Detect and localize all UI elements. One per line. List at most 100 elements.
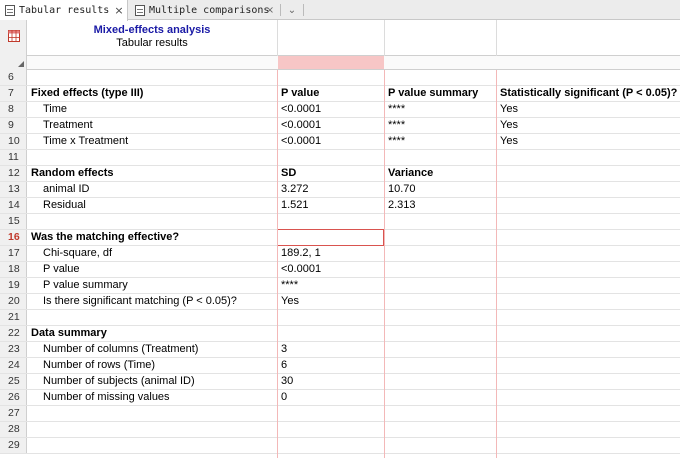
cell-a[interactable]: Treatment <box>27 118 277 133</box>
cell-c[interactable] <box>384 358 496 373</box>
cell-a[interactable]: Time <box>27 102 277 117</box>
cell-b[interactable] <box>277 150 384 165</box>
close-icon[interactable]: × <box>262 2 278 18</box>
cell-c[interactable] <box>384 150 496 165</box>
cell-c[interactable]: **** <box>384 118 496 133</box>
row-number[interactable]: 8 <box>0 102 27 117</box>
cell-a[interactable]: Was the matching effective? <box>27 230 277 245</box>
cell-b[interactable]: <0.0001 <box>277 134 384 149</box>
cell-c[interactable] <box>384 342 496 357</box>
cell-a[interactable] <box>27 214 277 229</box>
cell-a[interactable]: Fixed effects (type III) <box>27 86 277 101</box>
cell-d[interactable]: Yes <box>496 118 680 133</box>
row-number[interactable]: 28 <box>0 422 27 437</box>
cell-b[interactable]: 1.521 <box>277 198 384 213</box>
cell-c[interactable] <box>384 262 496 277</box>
cell-c[interactable]: **** <box>384 102 496 117</box>
row-number[interactable]: 7 <box>0 86 27 101</box>
cell-d[interactable] <box>496 374 680 389</box>
row-number[interactable]: 6 <box>0 70 27 85</box>
cell-d[interactable] <box>496 182 680 197</box>
cell-a[interactable]: Number of subjects (animal ID) <box>27 374 277 389</box>
cell-d[interactable] <box>496 326 680 341</box>
cell-a[interactable]: Residual <box>27 198 277 213</box>
cell-c[interactable]: 10.70 <box>384 182 496 197</box>
row-number[interactable]: 12 <box>0 166 27 181</box>
cell-a[interactable]: P value <box>27 262 277 277</box>
cell-a[interactable]: Chi-square, df <box>27 246 277 261</box>
cell-d[interactable] <box>496 246 680 261</box>
cell-d[interactable] <box>496 230 680 245</box>
cell-d[interactable] <box>496 342 680 357</box>
row-number[interactable]: 29 <box>0 438 27 453</box>
cell-c[interactable] <box>384 374 496 389</box>
cell-a[interactable] <box>27 150 277 165</box>
cell-d[interactable] <box>496 310 680 325</box>
chevron-down-icon[interactable]: ⌄ <box>284 2 300 18</box>
row-number[interactable]: 25 <box>0 374 27 389</box>
cell-c[interactable] <box>384 422 496 437</box>
row-number[interactable]: 18 <box>0 262 27 277</box>
cell-a[interactable]: Random effects <box>27 166 277 181</box>
row-number[interactable]: 13 <box>0 182 27 197</box>
cell-b[interactable] <box>277 422 384 437</box>
cell-d[interactable] <box>496 166 680 181</box>
cell-b[interactable] <box>277 310 384 325</box>
tab-multiple-comparisons[interactable]: Multiple comparisons <box>130 0 280 20</box>
cell-a[interactable] <box>27 406 277 421</box>
row-number[interactable]: 19 <box>0 278 27 293</box>
cell-c[interactable] <box>384 438 496 453</box>
cell-a[interactable]: animal ID <box>27 182 277 197</box>
cell-a[interactable]: Data summary <box>27 326 277 341</box>
cell-d[interactable] <box>496 262 680 277</box>
cell-d[interactable]: Yes <box>496 102 680 117</box>
cell-d[interactable]: Statistically significant (P < 0.05)? <box>496 86 680 101</box>
row-number[interactable]: 23 <box>0 342 27 357</box>
cell-a[interactable]: Number of missing values <box>27 390 277 405</box>
row-number[interactable]: 22 <box>0 326 27 341</box>
row-number[interactable]: 21 <box>0 310 27 325</box>
cell-b[interactable]: 6 <box>277 358 384 373</box>
row-number[interactable]: 9 <box>0 118 27 133</box>
cell-d[interactable]: Yes <box>496 134 680 149</box>
row-number[interactable]: 24 <box>0 358 27 373</box>
cell-a[interactable]: Time x Treatment <box>27 134 277 149</box>
cell-b[interactable]: 30 <box>277 374 384 389</box>
close-icon[interactable]: × <box>114 4 123 17</box>
cell-a[interactable]: Number of columns (Treatment) <box>27 342 277 357</box>
cell-d[interactable] <box>496 150 680 165</box>
cell-a[interactable] <box>27 70 277 85</box>
row-number[interactable]: 14 <box>0 198 27 213</box>
cell-b[interactable] <box>277 214 384 229</box>
row-number[interactable]: 11 <box>0 150 27 165</box>
cell-b[interactable]: 0 <box>277 390 384 405</box>
cell-d[interactable] <box>496 198 680 213</box>
cell-d[interactable] <box>496 406 680 421</box>
cell-b[interactable]: P value <box>277 86 384 101</box>
cell-b[interactable]: <0.0001 <box>277 262 384 277</box>
cell-d[interactable] <box>496 422 680 437</box>
row-number[interactable]: 10 <box>0 134 27 149</box>
cell-c[interactable] <box>384 278 496 293</box>
tab-tabular-results[interactable]: Tabular results × <box>0 0 128 21</box>
cell-c[interactable] <box>384 310 496 325</box>
cell-d[interactable] <box>496 294 680 309</box>
row-number[interactable]: 20 <box>0 294 27 309</box>
row-number[interactable]: 26 <box>0 390 27 405</box>
cell-b[interactable]: 3 <box>277 342 384 357</box>
cell-d[interactable] <box>496 438 680 453</box>
cell-a[interactable] <box>27 310 277 325</box>
cell-b[interactable]: <0.0001 <box>277 118 384 133</box>
cell-c[interactable] <box>384 390 496 405</box>
row-number[interactable]: 16 <box>0 230 27 245</box>
cell-b[interactable]: Yes <box>277 294 384 309</box>
cell-a[interactable] <box>27 422 277 437</box>
cell-c[interactable] <box>384 214 496 229</box>
cell-c[interactable] <box>384 406 496 421</box>
cell-d[interactable] <box>496 358 680 373</box>
cell-b[interactable]: <0.0001 <box>277 102 384 117</box>
row-number[interactable]: 17 <box>0 246 27 261</box>
cell-b[interactable]: **** <box>277 278 384 293</box>
cell-a[interactable]: Number of rows (Time) <box>27 358 277 373</box>
cell-b[interactable]: 189.2, 1 <box>277 246 384 261</box>
